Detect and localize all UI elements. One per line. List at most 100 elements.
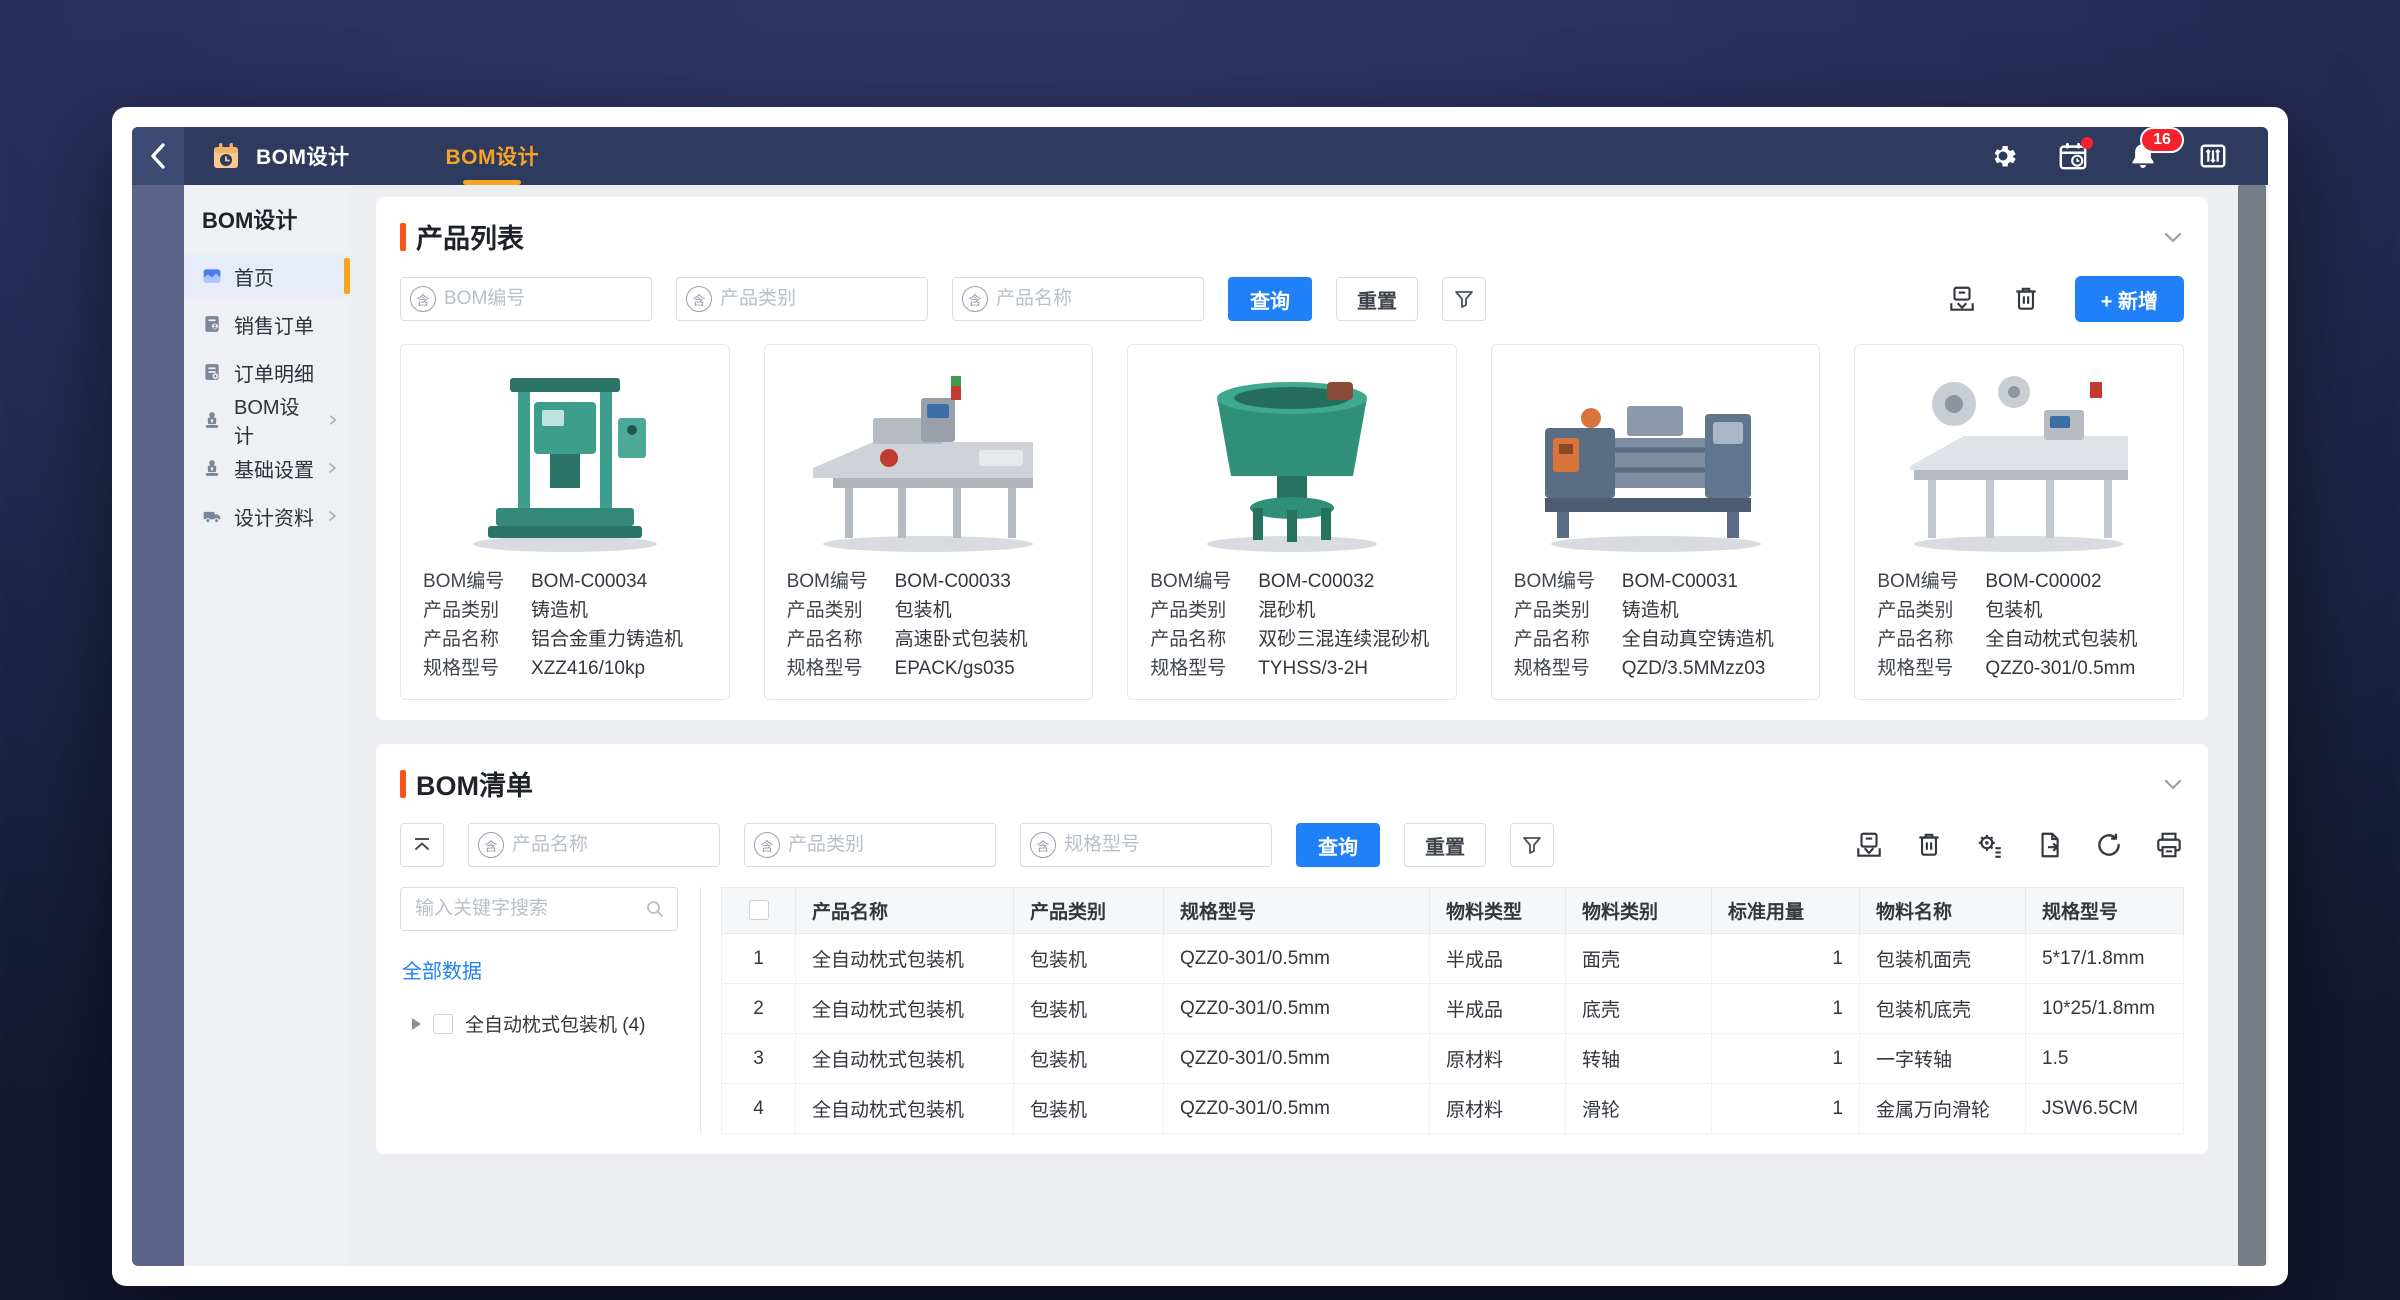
schedule-button[interactable]: [2058, 141, 2088, 171]
app-root: BOM设计 BOM设计 1: [132, 127, 2268, 1266]
tree-all-data-link[interactable]: 全部数据: [402, 955, 686, 984]
product-category-filter-field[interactable]: 含: [676, 277, 928, 321]
bom-category-input[interactable]: [788, 824, 995, 866]
collapse-chevron-down-icon[interactable]: [2162, 773, 2184, 795]
select-all-checkbox[interactable]: [749, 900, 769, 920]
product-card[interactable]: BOM编号BOM-C00033 产品类别包装机 产品名称高速卧式包装机 规格型号…: [764, 344, 1094, 700]
col-header: 产品类别: [1014, 888, 1164, 934]
product-name-filter-field[interactable]: 含: [952, 277, 1204, 321]
settings-list-icon[interactable]: [1974, 830, 2004, 860]
collapse-filters-button[interactable]: [400, 823, 444, 867]
collapse-chevron-down-icon[interactable]: [2162, 226, 2184, 248]
field-label: 规格型号: [1150, 654, 1258, 683]
trash-icon[interactable]: [1914, 830, 1944, 860]
spec-value: EPACK/gs035: [895, 654, 1015, 683]
bom-product-name-input[interactable]: [512, 824, 719, 866]
bom-design-icon: [202, 410, 222, 430]
bom-category-filter-field[interactable]: 含: [744, 823, 996, 867]
cell: 包装机底壳: [1860, 984, 2026, 1034]
settings-gear-button[interactable]: [1988, 141, 2018, 171]
row-index: 4: [722, 1084, 796, 1134]
contains-icon: 含: [478, 832, 504, 858]
bom-no-input[interactable]: [444, 278, 651, 320]
sidebar-item-sales-orders[interactable]: 销售订单: [184, 303, 350, 345]
file-export-icon[interactable]: [2034, 830, 2064, 860]
column-settings-button[interactable]: [2198, 141, 2228, 171]
sidebar-item-home[interactable]: 首页: [184, 255, 350, 297]
sidebar-item-order-details[interactable]: 订单明细: [184, 351, 350, 393]
bom-spec-input[interactable]: [1064, 824, 1271, 866]
nav-app-menu[interactable]: BOM设计: [210, 140, 350, 172]
field-label: 产品名称: [1150, 625, 1258, 654]
field-label: 产品类别: [787, 596, 895, 625]
product-card[interactable]: BOM编号BOM-C00032 产品类别混砂机 产品名称双砂三混连续混砂机 规格…: [1127, 344, 1457, 700]
bom-query-button[interactable]: 查询: [1296, 823, 1380, 867]
bom-list-title: BOM清单: [416, 764, 533, 803]
product-category-input[interactable]: [720, 278, 927, 320]
cell: QZZ0-301/0.5mm: [1164, 984, 1430, 1034]
product-card[interactable]: BOM编号BOM-C00031 产品类别铸造机 产品名称全自动真空铸造机 规格型…: [1491, 344, 1821, 700]
material-name-filter-field[interactable]: 含: [468, 823, 720, 867]
printer-icon[interactable]: [2154, 830, 2184, 860]
bom-no-filter-field[interactable]: 含: [400, 277, 652, 321]
cell: 包装机: [1014, 984, 1164, 1034]
bom-spec-filter-field[interactable]: 含: [1020, 823, 1272, 867]
product-card[interactable]: BOM编号BOM-C00034 产品类别铸造机 产品名称铝合金重力铸造机 规格型…: [400, 344, 730, 700]
sidebar-item-base-settings[interactable]: 基础设置: [184, 447, 350, 489]
trash-icon[interactable]: [2011, 284, 2041, 314]
table-row[interactable]: 2 全自动枕式包装机 包装机 QZZ0-301/0.5mm 半成品 底壳 1 包…: [722, 984, 2184, 1034]
tree-node-checkbox[interactable]: [433, 1014, 453, 1034]
bom-no-value: BOM-C00002: [1985, 567, 2101, 596]
top-navbar: BOM设计 BOM设计 1: [132, 127, 2268, 185]
order-detail-icon: [202, 362, 222, 382]
cell: 包装机: [1014, 934, 1164, 984]
reset-button[interactable]: 重置: [1336, 277, 1418, 321]
cell: 原材料: [1430, 1084, 1566, 1134]
cell: 底壳: [1566, 984, 1712, 1034]
table-row[interactable]: 1 全自动枕式包装机 包装机 QZZ0-301/0.5mm 半成品 面壳 1 包…: [722, 934, 2184, 984]
cell: 包装机: [1014, 1034, 1164, 1084]
chevron-left-icon: [147, 141, 169, 171]
add-new-button[interactable]: + 新增: [2075, 276, 2184, 322]
table-row[interactable]: 4 全自动枕式包装机 包装机 QZZ0-301/0.5mm 原材料 滑轮 1 金…: [722, 1084, 2184, 1134]
contains-icon: 含: [754, 832, 780, 858]
col-header: 物料类型: [1430, 888, 1566, 934]
expander-caret-icon[interactable]: [412, 1018, 421, 1030]
cell: 包装机: [1014, 1084, 1164, 1134]
home-icon: [202, 266, 222, 286]
refresh-icon[interactable]: [2094, 830, 2124, 860]
tree-search-input[interactable]: [415, 898, 645, 920]
vertical-scrollbar[interactable]: [2238, 185, 2266, 1266]
sidebar-item-design-docs[interactable]: 设计资料: [184, 495, 350, 537]
sidebar-item-label: BOM设计: [234, 391, 315, 449]
sidebar-item-bom-design[interactable]: BOM设计: [184, 399, 350, 441]
field-label: 产品类别: [423, 596, 531, 625]
bom-reset-button[interactable]: 重置: [1404, 823, 1486, 867]
filter-button[interactable]: [1442, 277, 1486, 321]
notifications-button[interactable]: 16: [2128, 141, 2158, 171]
tab-bom-design[interactable]: BOM设计: [446, 127, 540, 185]
product-name-input[interactable]: [996, 278, 1203, 320]
col-header: 物料类别: [1566, 888, 1712, 934]
table-row[interactable]: 3 全自动枕式包装机 包装机 QZZ0-301/0.5mm 原材料 转轴 1 一…: [722, 1034, 2184, 1084]
sidebar-item-label: 首页: [234, 262, 274, 291]
field-label: 产品名称: [787, 625, 895, 654]
back-button[interactable]: [132, 127, 184, 185]
nav-menu-label: BOM设计: [256, 141, 350, 171]
name-value: 铝合金重力铸造机: [531, 625, 683, 654]
tree-node[interactable]: 全自动枕式包装机 (4): [412, 1010, 686, 1037]
cell: 1: [1712, 934, 1860, 984]
tree-search-field[interactable]: [400, 887, 678, 931]
print-icon[interactable]: [1947, 284, 1977, 314]
query-button[interactable]: 查询: [1228, 277, 1312, 321]
cell: 原材料: [1430, 1034, 1566, 1084]
bom-filter-button[interactable]: [1510, 823, 1554, 867]
field-label: 产品类别: [1150, 596, 1258, 625]
cell: QZZ0-301/0.5mm: [1164, 934, 1430, 984]
category-value: 混砂机: [1258, 596, 1315, 625]
bom-tree-panel: 全部数据 全自动枕式包装机 (4): [400, 887, 700, 1134]
import-icon[interactable]: [1854, 830, 1884, 860]
product-card[interactable]: BOM编号BOM-C00002 产品类别包装机 产品名称全自动枕式包装机 规格型…: [1854, 344, 2184, 700]
field-label: 产品名称: [1877, 625, 1985, 654]
field-label: BOM编号: [1877, 567, 1985, 596]
